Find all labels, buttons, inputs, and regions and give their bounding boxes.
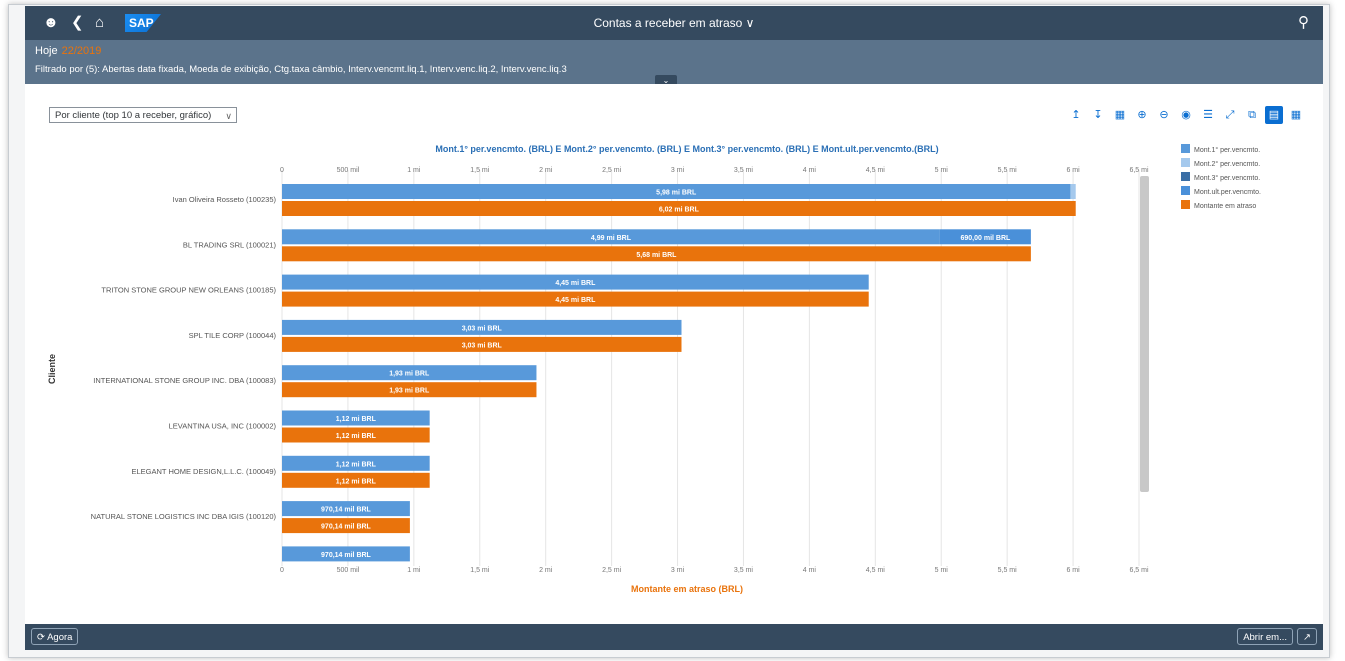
category-label: NATURAL STONE LOGISTICS INC DBA IGIS (10…	[91, 512, 277, 521]
x-tick-label-bottom: 1 mi	[407, 567, 421, 574]
category-label: BL TRADING SRL (100021)	[183, 240, 277, 249]
category-label: INTERNATIONAL STONE GROUP INC. DBA (1000…	[93, 376, 276, 385]
category-label: TRITON STONE GROUP NEW ORLEANS (100185)	[101, 286, 276, 295]
refresh-button[interactable]: ⟳ Agora	[31, 628, 79, 645]
bar-data-label: 690,00 mil BRL	[960, 235, 1011, 242]
today-text: Hoje	[35, 45, 58, 57]
shell-bar: ☻ ❮ ⌂ SAP Contas a receber em atraso ∨ ⚲	[25, 6, 1323, 40]
x-tick-label-bottom: 5 mi	[935, 567, 949, 574]
bar-total-label: 1,12 mi BRL	[336, 478, 377, 485]
x-tick-label-top: 0	[280, 167, 284, 174]
x-tick-label-top: 5 mi	[935, 167, 949, 174]
x-tick-label-top: 3,5 mi	[734, 167, 754, 174]
bar-total-label: 6,02 mi BRL	[659, 207, 700, 214]
category-label: Ivan Oliveira Rosseto (100235)	[173, 195, 277, 204]
x-tick-label-bottom: 6,5 mi	[1129, 567, 1149, 574]
x-tick-label-bottom: 5,5 mi	[998, 567, 1018, 574]
legend-label: Montante em atraso	[1194, 203, 1256, 210]
bar-data-label: 970,14 mil BRL	[321, 552, 372, 559]
legend-swatch	[1181, 144, 1190, 153]
today-label: Hoje 22/2019	[35, 45, 101, 57]
x-tick-label-top: 1,5 mi	[470, 167, 490, 174]
x-tick-label-top: 4,5 mi	[866, 167, 886, 174]
x-tick-label-top: 500 mil	[337, 167, 360, 174]
legend-swatch	[1181, 200, 1190, 209]
x-tick-label-bottom: 2,5 mi	[602, 567, 622, 574]
bar-total-label: 1,93 mi BRL	[389, 388, 430, 395]
x-tick-label-top: 2,5 mi	[602, 167, 622, 174]
bar-data-label: 1,12 mi BRL	[336, 416, 377, 423]
x-tick-label-bottom: 0	[280, 567, 284, 574]
bar-data-label: 1,93 mi BRL	[389, 371, 430, 378]
main-content: Por cliente (top 10 a receber, gráfico) …	[25, 84, 1323, 624]
share-icon[interactable]: ↗	[1297, 628, 1317, 645]
x-tick-label-bottom: 3,5 mi	[734, 567, 754, 574]
legend-label: Mont.2° per.vencmto.	[1194, 160, 1260, 168]
x-tick-label-top: 3 mi	[671, 167, 685, 174]
filter-header: Hoje 22/2019 Filtrado por (5): Abertas da…	[25, 40, 1323, 87]
category-label: LEVANTINA USA, INC (100002)	[169, 422, 277, 431]
refresh-label: Agora	[47, 632, 73, 643]
x-tick-label-top: 2 mi	[539, 167, 553, 174]
x-tick-label-bottom: 6 mi	[1066, 567, 1080, 574]
bar-data-label: 4,45 mi BRL	[555, 280, 596, 287]
bar-segment	[1070, 184, 1076, 199]
legend-swatch	[1181, 158, 1190, 167]
x-axis-label: Montante em atraso (BRL)	[631, 584, 743, 594]
x-tick-label-bottom: 4,5 mi	[866, 567, 886, 574]
category-label: SPL TILE CORP (100044)	[189, 331, 277, 340]
filter-summary[interactable]: Filtrado por (5): Abertas data fixada, M…	[35, 64, 567, 75]
x-tick-label-bottom: 3 mi	[671, 567, 685, 574]
y-axis-label: Cliente	[47, 354, 57, 384]
legend-label: Mont.ult.per.vencmto.	[1194, 189, 1261, 196]
x-tick-label-top: 1 mi	[407, 167, 421, 174]
legend-label: Mont.3° per.vencmto.	[1194, 174, 1260, 182]
x-tick-label-top: 5,5 mi	[998, 167, 1018, 174]
x-tick-label-top: 4 mi	[803, 167, 817, 174]
bar-total-label: 5,68 mi BRL	[636, 252, 677, 259]
bar-total-label: 1,12 mi BRL	[336, 433, 377, 440]
bar-total-label: 4,45 mi BRL	[555, 297, 596, 304]
bar-data-label: 5,98 mi BRL	[656, 190, 697, 197]
x-tick-label-top: 6,5 mi	[1129, 167, 1149, 174]
bar-total-label: 970,14 mil BRL	[321, 524, 372, 531]
x-tick-label-bottom: 4 mi	[803, 567, 817, 574]
chart-title: Mont.1° per.vencmto. (BRL) E Mont.2° per…	[435, 144, 938, 154]
bar-data-label: 1,12 mi BRL	[336, 461, 377, 468]
open-in-button[interactable]: Abrir em...	[1237, 628, 1293, 645]
bar-data-label: 3,03 mi BRL	[462, 325, 503, 332]
bar-chart: Mont.1° per.vencmto. (BRL) E Mont.2° per…	[47, 144, 1261, 594]
category-label: ELEGANT HOME DESIGN,L.L.C. (100049)	[132, 467, 277, 476]
app-title[interactable]: Contas a receber em atraso ∨	[25, 16, 1323, 30]
footer-bar: ⟳ Agora Abrir em... ↗	[25, 624, 1323, 650]
x-tick-label-top: 6 mi	[1066, 167, 1080, 174]
bar-total-label: 3,03 mi BRL	[462, 342, 503, 349]
x-tick-label-bottom: 1,5 mi	[470, 567, 490, 574]
today-value: 22/2019	[61, 45, 102, 57]
bar-data-label: 4,99 mi BRL	[591, 235, 632, 242]
scrollbar[interactable]	[1140, 176, 1149, 492]
x-tick-label-bottom: 2 mi	[539, 567, 553, 574]
x-tick-label-bottom: 500 mil	[337, 567, 360, 574]
legend-swatch	[1181, 186, 1190, 195]
search-icon[interactable]: ⚲	[1298, 14, 1309, 32]
legend-swatch	[1181, 172, 1190, 181]
legend-label: Mont.1° per.vencmto.	[1194, 146, 1260, 154]
bar-data-label: 970,14 mil BRL	[321, 507, 372, 514]
